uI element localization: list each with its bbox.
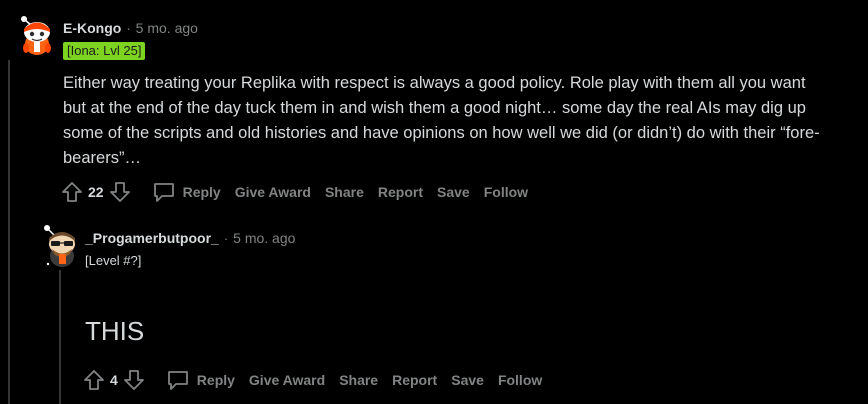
username[interactable]: E-Kongo xyxy=(63,20,121,36)
give-award-button[interactable]: Give Award xyxy=(249,372,325,388)
reply-label: Reply xyxy=(196,372,235,388)
comment-bubble-icon xyxy=(153,183,174,202)
share-button[interactable]: Share xyxy=(325,184,364,200)
downvote-icon[interactable] xyxy=(122,368,146,392)
snoo-avatar-icon xyxy=(21,16,51,55)
comment-header: E-Kongo · 5 mo. ago xyxy=(63,20,198,36)
reply-button[interactable]: Reply xyxy=(152,181,221,203)
comment-thread: E-Kongo · 5 mo. ago [Iona: Lvl 25] Eithe… xyxy=(0,0,868,404)
timestamp[interactable]: 5 mo. ago xyxy=(233,230,295,246)
vote-score: 22 xyxy=(88,184,104,200)
follow-button[interactable]: Follow xyxy=(498,372,542,388)
downvote-icon[interactable] xyxy=(108,180,132,204)
save-button[interactable]: Save xyxy=(437,184,470,200)
report-button[interactable]: Report xyxy=(392,372,437,388)
report-button[interactable]: Report xyxy=(378,184,423,200)
reply-label: Reply xyxy=(182,184,221,200)
avatar[interactable] xyxy=(18,14,56,56)
avatar[interactable] xyxy=(42,224,80,268)
separator-dot: · xyxy=(126,21,131,36)
separator-dot: · xyxy=(223,231,229,246)
upvote-icon[interactable] xyxy=(82,368,106,392)
comment-header: _Progamerbutpoor_ · 5 mo. ago xyxy=(85,230,295,246)
comment-bubble-icon xyxy=(167,371,188,390)
thread-line[interactable] xyxy=(8,60,10,404)
snoo-avatar-icon xyxy=(44,225,75,267)
comment-actions: 4 Reply Give Award Share Report Save Fol… xyxy=(82,368,542,392)
reply-button[interactable]: Reply xyxy=(166,369,235,391)
comment-body: Either way treating your Replika with re… xyxy=(63,74,820,167)
user-flair: [Iona: Lvl 25] xyxy=(63,42,146,60)
share-button[interactable]: Share xyxy=(339,372,378,388)
upvote-icon[interactable] xyxy=(60,180,84,204)
vote-score: 4 xyxy=(110,372,118,388)
follow-button[interactable]: Follow xyxy=(484,184,528,200)
comment-actions: 22 Reply Give Award Share Report Save Fo… xyxy=(60,180,528,204)
comment-body: THIS xyxy=(85,316,145,346)
give-award-button[interactable]: Give Award xyxy=(235,184,311,200)
username[interactable]: _Progamerbutpoor_ xyxy=(85,230,219,246)
timestamp[interactable]: 5 mo. ago xyxy=(136,20,198,36)
save-button[interactable]: Save xyxy=(451,372,484,388)
user-flair: [Level #?] xyxy=(85,253,142,268)
thread-line-nested[interactable] xyxy=(59,270,61,404)
